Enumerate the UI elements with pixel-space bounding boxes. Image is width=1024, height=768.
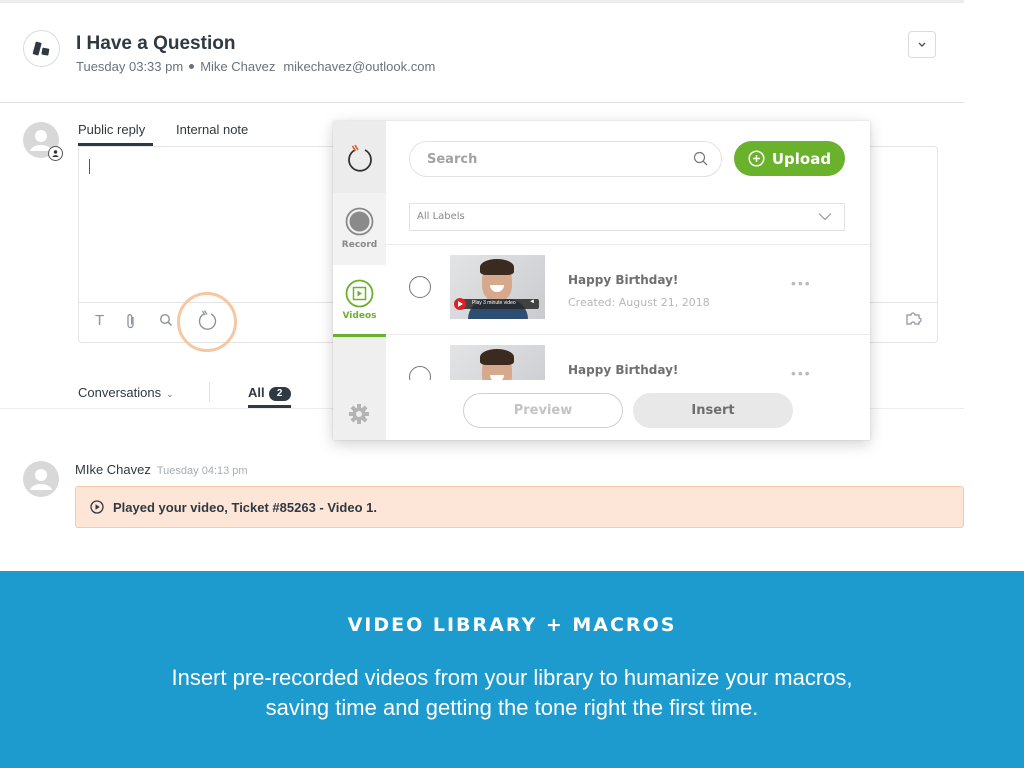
user-silhouette-icon xyxy=(30,469,52,490)
separator-dot xyxy=(189,64,195,70)
app-logo xyxy=(333,121,386,193)
upload-button-label: Upload xyxy=(771,149,832,168)
event-message: Played your video, Ticket #85263 - Video… xyxy=(113,500,377,515)
play-circle-icon xyxy=(90,500,104,514)
thumbnail-hair xyxy=(480,349,514,365)
insert-button[interactable]: Insert xyxy=(633,393,793,428)
sidebar-item-videos[interactable]: Videos xyxy=(333,265,386,337)
video-library-icon xyxy=(345,279,374,308)
conversations-filter[interactable]: Conversations ⌄ xyxy=(78,385,174,400)
requester-name[interactable]: Mike Chavez xyxy=(200,59,275,74)
text-cursor xyxy=(89,159,90,174)
thumbnail-hair xyxy=(480,259,514,275)
requester-avatar xyxy=(23,461,59,497)
apps-puzzle-icon[interactable] xyxy=(906,311,923,330)
top-divider xyxy=(0,0,964,3)
created-date: August 21, 2018 xyxy=(618,296,710,309)
video-list-item[interactable]: Play 3 minute video ◄ Happy Birthday! Cre… xyxy=(386,245,870,335)
event-header: MIke Chavez Tuesday 04:13 pm xyxy=(75,462,248,477)
video-select-radio[interactable] xyxy=(409,366,431,380)
thumbnail-caption-bar: Play 3 minute video ◄ xyxy=(457,299,539,309)
tab-public-reply[interactable]: Public reply xyxy=(78,122,145,137)
attachment-icon[interactable] xyxy=(125,313,137,334)
ticket-title: I Have a Question xyxy=(76,33,236,54)
thumbnail-caption: Play 3 minute video xyxy=(472,300,516,306)
filter-divider xyxy=(209,382,210,402)
event-author: MIke Chavez xyxy=(75,462,151,477)
upload-button[interactable]: Upload xyxy=(734,141,845,176)
search-placeholder: Search xyxy=(427,152,478,167)
banner-title: VIDEO LIBRARY + MACROS xyxy=(347,614,677,636)
count-badge: 2 xyxy=(268,387,291,401)
video-title: Happy Birthday! xyxy=(568,273,679,287)
agent-status-badge xyxy=(48,146,63,161)
ticket-options-dropdown[interactable] xyxy=(908,31,936,58)
more-options-icon[interactable]: ••• xyxy=(791,365,812,380)
banner-description: Insert pre-recorded videos from your lib… xyxy=(171,665,853,720)
ticket-date: Tuesday 03:33 pm xyxy=(76,59,184,74)
settings-button[interactable] xyxy=(348,403,370,430)
sidebar-item-record-label: Record xyxy=(341,240,378,250)
labels-filter-select[interactable]: All Labels xyxy=(409,203,845,231)
feature-banner: VIDEO LIBRARY + MACROS Insert pre-record… xyxy=(0,571,1024,768)
tab-all[interactable]: All 2 xyxy=(248,385,291,401)
volume-icon: ◄ xyxy=(529,299,535,305)
more-options-icon[interactable]: ••• xyxy=(791,275,812,291)
tab-all-label: All xyxy=(248,385,265,400)
video-select-radio[interactable] xyxy=(409,276,431,298)
brand-logo-icon xyxy=(32,41,49,55)
sidebar-item-videos-label: Videos xyxy=(342,311,377,321)
ticket-meta: Tuesday 03:33 pm Mike Chavez mikechavez@ou… xyxy=(76,59,435,74)
event-time: Tuesday 04:13 pm xyxy=(156,465,248,477)
conversations-filter-label: Conversations xyxy=(78,385,162,400)
search-icon[interactable] xyxy=(159,313,173,331)
video-thumbnail[interactable] xyxy=(450,345,545,380)
video-list[interactable]: Play 3 minute video ◄ Happy Birthday! Cre… xyxy=(386,244,870,380)
record-icon xyxy=(345,207,374,236)
play-icon xyxy=(454,298,466,310)
chevron-down-icon xyxy=(918,42,926,47)
app-logo-icon xyxy=(347,144,372,172)
preview-button[interactable]: Preview xyxy=(463,393,623,428)
text-format-icon[interactable]: T xyxy=(95,312,104,329)
search-icon[interactable] xyxy=(693,151,709,167)
video-library-panel: Record Videos Search Upload All Labels P… xyxy=(333,121,870,440)
video-thumbnail[interactable]: Play 3 minute video ◄ xyxy=(450,255,545,319)
macro-highlight-ring xyxy=(177,292,237,352)
plus-circle-icon xyxy=(748,150,765,167)
video-list-item[interactable]: Happy Birthday! ••• xyxy=(386,335,870,380)
panel-footer: Preview Insert xyxy=(386,380,870,440)
chevron-down-icon xyxy=(818,213,832,221)
requester-email[interactable]: mikechavez@outlook.com xyxy=(283,59,435,74)
video-played-event: Played your video, Ticket #85263 - Video… xyxy=(75,486,964,528)
person-icon xyxy=(52,150,59,157)
panel-sidebar: Record Videos xyxy=(333,121,386,440)
video-title: Happy Birthday! xyxy=(568,363,679,377)
chevron-down-icon: ⌄ xyxy=(166,389,174,399)
sidebar-item-record[interactable]: Record xyxy=(333,193,386,265)
tab-internal-note[interactable]: Internal note xyxy=(176,122,248,137)
header-divider xyxy=(0,102,964,103)
video-created: Created: August 21, 2018 xyxy=(568,296,710,309)
created-label: Created: xyxy=(568,296,616,309)
video-search-input[interactable]: Search xyxy=(409,141,722,177)
brand-avatar xyxy=(23,30,60,67)
gear-icon xyxy=(349,404,369,424)
labels-select-value: All Labels xyxy=(417,211,465,222)
